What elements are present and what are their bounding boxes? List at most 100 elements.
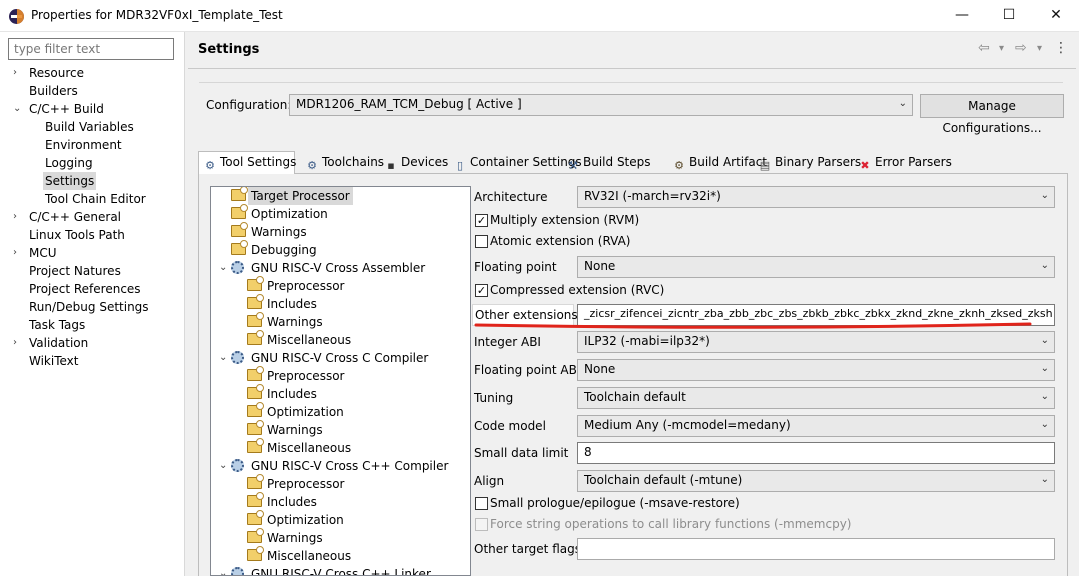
tree-item[interactable]: ⌄ GNU RISC-V Cross C++ Compiler [211,457,470,475]
nav-item[interactable]: Linux Tools Path [0,226,184,244]
tree-item-label: Optimization [267,405,344,419]
minimize-button[interactable]: — [939,0,985,31]
tab[interactable]: ⚒ Build Steps [562,152,667,174]
nav-item[interactable]: WikiText [0,352,184,370]
forward-dropdown-icon[interactable]: ▾ [1037,43,1042,54]
multiply-extension-checkbox[interactable]: ✓ [475,214,488,227]
tuning-select[interactable]: Toolchain default ⌄ [577,387,1055,409]
nav-item[interactable]: Task Tags [0,316,184,334]
back-dropdown-icon[interactable]: ▾ [999,43,1004,54]
tab[interactable]: ▯ Container Settings [449,152,582,174]
tab-label: Toolchains [322,155,385,169]
close-button[interactable]: ✕ [1033,0,1079,31]
nav-item[interactable]: Settings [0,172,184,190]
filter-input[interactable] [8,38,174,60]
chevron-down-icon: ⌄ [1040,474,1049,485]
nav-item[interactable]: Logging [0,154,184,172]
tree-item[interactable]: Includes [211,492,470,511]
small-prologue-checkbox[interactable] [475,497,488,510]
nav-item-label: Validation [29,336,89,350]
manage-configurations-button[interactable]: Manage Configurations... [920,94,1064,135]
chevron-down-icon[interactable]: ⌄ [219,259,227,277]
code-model-select[interactable]: Medium Any (-mcmodel=medany) ⌄ [577,415,1055,437]
tree-item-label: Miscellaneous [267,333,352,347]
tree-item[interactable]: ⌄ GNU RISC-V Cross Assembler [211,259,470,277]
forward-icon[interactable]: ⇨ [1015,40,1027,56]
tree-item[interactable]: Preprocessor [211,366,470,385]
floating-point-select[interactable]: None ⌄ [577,256,1055,278]
nav-item[interactable]: › MCU [0,244,184,262]
tab[interactable]: ▤ Binary Parsers [754,152,861,174]
folder-settings-icon [231,240,248,256]
back-icon[interactable]: ⇦ [978,40,990,56]
configuration-select[interactable]: MDR1206_RAM_TCM_Debug [ Active ] ⌄ [289,94,913,116]
tree-item[interactable]: ⌄ GNU RISC-V Cross C++ Linker [211,565,470,575]
nav-item[interactable]: Tool Chain Editor [0,190,184,208]
tree-item[interactable]: Optimization [211,204,470,223]
nav-item[interactable]: › Resource [0,64,184,82]
tree-item[interactable]: Target Processor [211,187,470,205]
tree-item[interactable]: Miscellaneous [211,438,470,457]
tree-item[interactable]: Optimization [211,510,470,529]
tab[interactable]: ▪ Devices [380,152,448,174]
integer-abi-select[interactable]: ILP32 (-mabi=ilp32*) ⌄ [577,331,1055,353]
chevron-down-icon[interactable]: ⌄ [219,457,227,475]
tool-settings-tree[interactable]: Target Processor Optimization Warnings Debu… [210,186,471,576]
other-target-flags-input[interactable] [577,538,1055,560]
header-divider [188,68,1076,69]
tree-item[interactable]: Preprocessor [211,474,470,493]
nav-item-label: Build Variables [45,120,134,134]
tree-item[interactable]: ⌄ GNU RISC-V Cross C Compiler [211,349,470,367]
maximize-button[interactable]: ☐ [986,0,1032,31]
small-data-limit-input[interactable]: 8 [577,442,1055,464]
nav-item[interactable]: Project Natures [0,262,184,280]
nav-item-label: Project References [29,282,141,296]
tree-item[interactable]: Warnings [211,528,470,547]
tree-item[interactable]: Miscellaneous [211,546,470,565]
nav-item[interactable]: Run/Debug Settings [0,298,184,316]
tab[interactable]: ✖ Error Parsers [854,152,951,174]
folder-settings-icon [247,366,264,382]
tab-icon: ⚙ [205,159,215,172]
tree-item[interactable]: Warnings [211,312,470,331]
compressed-extension-checkbox[interactable]: ✓ [475,284,488,297]
integer-abi-value: ILP32 (-mabi=ilp32*) [584,334,710,348]
view-menu-icon[interactable]: ⋮ [1054,40,1068,56]
tree-item[interactable]: Warnings [211,222,470,241]
nav-item[interactable]: Build Variables [0,118,184,136]
atomic-extension-checkbox[interactable] [475,235,488,248]
nav-item[interactable]: Environment [0,136,184,154]
chevron-down-icon[interactable]: ⌄ [219,349,227,367]
tree-item-label: Warnings [267,423,323,437]
tab[interactable]: ⚙ Build Artifact [668,152,767,174]
nav-item[interactable]: › Validation [0,334,184,352]
chevron-down-icon[interactable]: ⌄ [219,565,227,575]
chevron-right-icon[interactable]: › [13,334,17,352]
tab[interactable]: ⚙ Toolchains [301,152,384,174]
tab-icon: ⚙ [307,159,317,172]
tree-item[interactable]: Debugging [211,240,470,259]
tree-item[interactable]: Includes [211,384,470,403]
nav-item[interactable]: › C/C++ General [0,208,184,226]
nav-item[interactable]: ⌄ C/C++ Build [0,100,184,118]
chevron-right-icon[interactable]: › [13,208,17,226]
tree-item[interactable]: Preprocessor [211,276,470,295]
chevron-down-icon[interactable]: ⌄ [13,100,21,118]
align-select[interactable]: Toolchain default (-mtune) ⌄ [577,470,1055,492]
chevron-down-icon: ⌄ [1040,335,1049,346]
floating-point-abi-select[interactable]: None ⌄ [577,359,1055,381]
folder-settings-icon [231,222,248,238]
tree-item[interactable]: Optimization [211,402,470,421]
architecture-select[interactable]: RV32I (-march=rv32i*) ⌄ [577,186,1055,208]
floating-point-abi-label: Floating point ABI [474,363,581,377]
tree-item-label: GNU RISC-V Cross Assembler [251,261,426,275]
chevron-right-icon[interactable]: › [13,244,17,262]
force-string-checkbox[interactable] [475,518,488,531]
tree-item[interactable]: Warnings [211,420,470,439]
tab[interactable]: ⚙ Tool Settings [198,151,296,174]
chevron-right-icon[interactable]: › [13,64,17,82]
tree-item[interactable]: Includes [211,294,470,313]
tree-item[interactable]: Miscellaneous [211,330,470,349]
nav-item[interactable]: Builders [0,82,184,100]
nav-item[interactable]: Project References [0,280,184,298]
